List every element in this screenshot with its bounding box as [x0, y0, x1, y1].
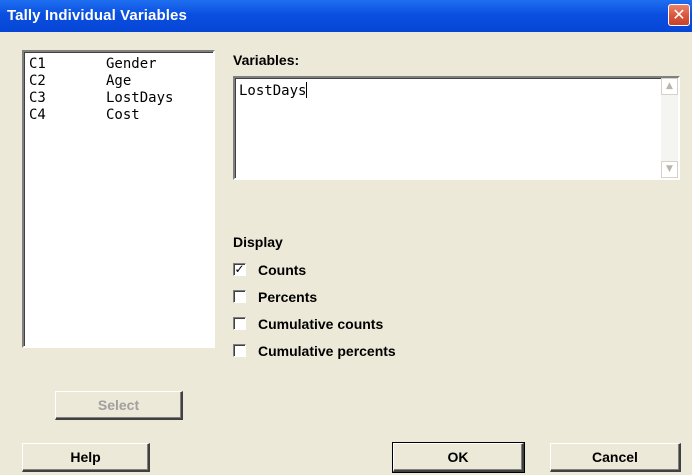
help-button[interactable]: Help: [22, 443, 150, 472]
title-bar: Tally Individual Variables ✕: [0, 0, 692, 32]
percents-label: Percents: [258, 289, 318, 305]
counts-label: Counts: [258, 262, 307, 278]
list-item[interactable]: C4 Cost: [29, 107, 213, 124]
variables-label: Variables:: [233, 52, 300, 68]
counts-checkbox[interactable]: ✓: [233, 263, 246, 276]
display-label: Display: [233, 234, 283, 250]
variable-list[interactable]: C1 Gender C2 Age C3 LostDays C4 Cost: [22, 50, 215, 348]
list-item-column: C4: [29, 107, 46, 123]
cumulative-counts-label: Cumulative counts: [258, 316, 384, 332]
percents-checkbox[interactable]: [233, 290, 246, 303]
variables-field-text: LostDays: [239, 82, 308, 99]
cancel-button[interactable]: Cancel: [550, 443, 681, 472]
close-icon: ✕: [672, 5, 686, 24]
variables-value: LostDays: [239, 83, 307, 99]
list-item[interactable]: C3 LostDays: [29, 90, 213, 107]
select-button[interactable]: Select: [55, 391, 183, 420]
scroll-up-arrow-icon[interactable]: ▲: [661, 78, 678, 95]
cumulative-percents-label: Cumulative percents: [258, 343, 396, 359]
close-button[interactable]: ✕: [668, 4, 690, 26]
list-item-column: C2: [29, 73, 46, 89]
scroll-down-arrow-icon[interactable]: ▼: [661, 161, 678, 178]
list-item-name: Cost: [106, 107, 140, 123]
list-item-name: Age: [106, 73, 132, 89]
list-item[interactable]: C1 Gender: [29, 56, 213, 73]
window-title: Tally Individual Variables: [7, 7, 187, 24]
vertical-scrollbar[interactable]: ▲ ▼: [661, 78, 678, 178]
text-caret: [306, 82, 308, 98]
ok-button[interactable]: OK: [392, 442, 525, 473]
checkmark-icon: ✓: [234, 262, 245, 276]
cumulative-percents-checkbox[interactable]: [233, 344, 246, 357]
cumulative-counts-checkbox[interactable]: [233, 317, 246, 330]
variables-field[interactable]: LostDays ▲ ▼: [233, 76, 680, 180]
list-item-column: C1: [29, 56, 46, 72]
list-item-name: Gender: [106, 56, 157, 72]
list-item[interactable]: C2 Age: [29, 73, 213, 90]
list-item-column: C3: [29, 90, 46, 106]
list-item-name: LostDays: [106, 90, 174, 106]
